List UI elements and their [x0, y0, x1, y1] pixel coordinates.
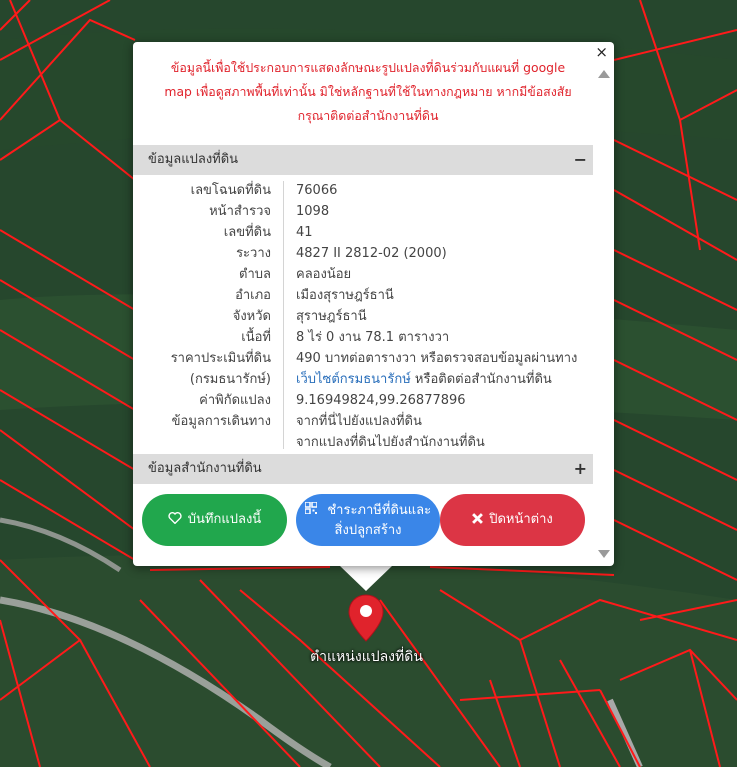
- directions-to-office-link[interactable]: จากแปลงที่ดินไปยังสำนักงานที่ดิน: [296, 432, 485, 453]
- info-row-subdistrict: ตำบล คลองน้อย: [133, 264, 593, 285]
- land-info-section-header[interactable]: ข้อมูลแปลงที่ดิน −: [133, 145, 593, 175]
- field-value: คลองน้อย: [296, 267, 352, 282]
- coordinates-link[interactable]: 9.16949824,99.26877896: [296, 390, 466, 411]
- field-label: ตำบล: [239, 267, 271, 282]
- field-value: เว็บไซต์กรมธนารักษ์ หรือติดต่อสำนักงานที…: [296, 369, 552, 390]
- field-value: 76066: [296, 183, 338, 198]
- close-window-label: ปิดหน้าต่าง: [489, 512, 553, 527]
- info-row-treasury: (กรมธนารักษ์) เว็บไซต์กรมธนารักษ์ หรือติ…: [133, 369, 593, 390]
- info-row-coordinates: ค่าพิกัดแปลง 9.16949824,99.26877896: [133, 390, 593, 411]
- popup-pointer: [340, 566, 392, 591]
- field-label: (กรมธนารักษ์): [189, 372, 271, 387]
- qr-code-icon: [304, 500, 321, 518]
- pay-land-tax-line-1: ชำระภาษีที่ดินและ: [304, 500, 432, 521]
- pay-land-tax-text-1: ชำระภาษีที่ดินและ: [327, 502, 432, 518]
- field-value: 41: [296, 225, 313, 240]
- info-row-travel: ข้อมูลการเดินทาง จากที่นี่ไปยังแปลงที่ดิ…: [133, 411, 593, 432]
- info-row-travel-2: จากแปลงที่ดินไปยังสำนักงานที่ดิน: [133, 432, 593, 453]
- field-label: ค่าพิกัดแปลง: [199, 393, 271, 408]
- save-parcel-label: บันทึกแปลงนี้: [187, 512, 262, 527]
- close-window-button[interactable]: ปิดหน้าต่าง: [440, 494, 585, 546]
- disclaimer-line: ข้อมูลนี้เพื่อใช้ประกอบการแสดงลักษณะรูปแ…: [170, 60, 566, 75]
- info-row-deed-number: เลขโฉนดที่ดิน 76066: [133, 180, 593, 201]
- map-pin-icon[interactable]: [348, 594, 384, 646]
- parcel-info-popup: × ข้อมูลนี้เพื่อใช้ประกอบการแสดงลักษณะรู…: [133, 42, 614, 566]
- field-value: 490 บาทต่อตารางวา หรือตรวจสอบข้อมูลผ่านท…: [296, 351, 578, 366]
- field-value: 1098: [296, 204, 330, 219]
- heart-icon: [168, 510, 182, 530]
- expand-icon[interactable]: +: [574, 454, 587, 484]
- directions-to-parcel-link[interactable]: จากที่นี่ไปยังแปลงที่ดิน: [296, 411, 422, 432]
- info-row-appraisal-price: ราคาประเมินที่ดิน 490 บาทต่อตารางวา หรือ…: [133, 348, 593, 369]
- field-value: สุราษฎร์ธานี: [296, 309, 367, 324]
- pay-land-tax-label: ชำระภาษีที่ดินและ สิ่งปลูกสร้าง: [304, 500, 432, 541]
- pay-land-tax-line-2: สิ่งปลูกสร้าง: [334, 522, 402, 538]
- contact-office-text: หรือติดต่อสำนักงานที่ดิน: [410, 372, 552, 387]
- field-label: จังหวัด: [232, 309, 271, 324]
- info-row-district: อำเภอ เมืองสุราษฎร์ธานี: [133, 285, 593, 306]
- field-value: 4827 II 2812-02 (2000): [296, 246, 447, 261]
- info-row-area: เนื้อที่ 8 ไร่ 0 งาน 78.1 ตารางวา: [133, 327, 593, 348]
- land-info-section-title: ข้อมูลแปลงที่ดิน: [148, 152, 239, 167]
- office-info-section-header[interactable]: ข้อมูลสำนักงานที่ดิน +: [133, 454, 593, 484]
- info-row-province: จังหวัด สุราษฎร์ธานี: [133, 306, 593, 327]
- scroll-up-arrow-icon[interactable]: [598, 70, 610, 78]
- land-info-table: เลขโฉนดที่ดิน 76066 หน้าสำรวจ 1098 เลขที…: [133, 180, 593, 453]
- field-label: หน้าสำรวจ: [209, 204, 271, 219]
- info-row-map-sheet: ระวาง 4827 II 2812-02 (2000): [133, 243, 593, 264]
- field-value: เมืองสุราษฎร์ธานี: [296, 288, 394, 303]
- treasury-website-link[interactable]: เว็บไซต์กรมธนารักษ์: [296, 372, 411, 387]
- parcel-location-label: ตำแหน่งแปลงที่ดิน: [310, 649, 423, 665]
- info-row-land-number: เลขที่ดิน 41: [133, 222, 593, 243]
- field-label: อำเภอ: [235, 288, 271, 303]
- pay-land-tax-button[interactable]: ชำระภาษีที่ดินและ สิ่งปลูกสร้าง: [296, 494, 440, 546]
- x-icon: [472, 510, 484, 530]
- close-icon[interactable]: ×: [595, 44, 608, 60]
- disclaimer-line: map เพื่อดูสภาพพื้นที่เท่านั้น มิใช่หลัก…: [164, 84, 572, 99]
- disclaimer-notice: ข้อมูลนี้เพื่อใช้ประกอบการแสดงลักษณะรูปแ…: [141, 56, 595, 128]
- office-info-section-title: ข้อมูลสำนักงานที่ดิน: [148, 461, 262, 476]
- field-label: เลขที่ดิน: [223, 225, 271, 240]
- scroll-down-arrow-icon[interactable]: [598, 550, 610, 558]
- field-label: ข้อมูลการเดินทาง: [171, 414, 271, 429]
- field-label: เลขโฉนดที่ดิน: [190, 183, 271, 198]
- field-label: เนื้อที่: [241, 330, 271, 345]
- field-label: ราคาประเมินที่ดิน: [170, 351, 271, 366]
- collapse-icon[interactable]: −: [574, 145, 587, 175]
- field-label: ระวาง: [236, 246, 271, 261]
- field-value: 8 ไร่ 0 งาน 78.1 ตารางวา: [296, 330, 450, 345]
- disclaimer-line: กรุณาติดต่อสำนักงานที่ดิน: [297, 108, 439, 123]
- save-parcel-button[interactable]: บันทึกแปลงนี้: [142, 494, 287, 546]
- info-row-survey-page: หน้าสำรวจ 1098: [133, 201, 593, 222]
